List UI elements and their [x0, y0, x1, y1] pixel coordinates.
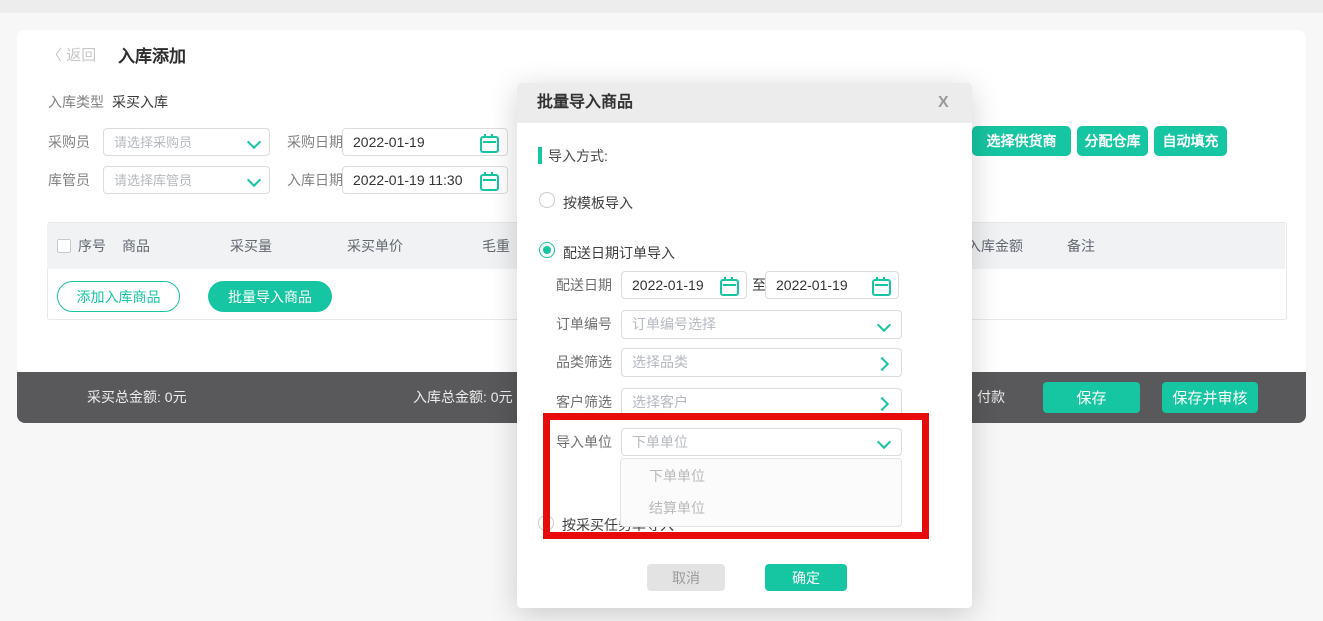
dropdown-option-order-unit[interactable]: 下单单位 [649, 459, 879, 493]
col-product: 商品 [122, 223, 150, 269]
select-all-checkbox[interactable] [57, 239, 71, 253]
delivery-date-to-input[interactable]: 2022-01-19 [765, 271, 899, 299]
delivery-date-from-value: 2022-01-19 [632, 277, 704, 293]
page-title: 入库添加 [118, 42, 186, 67]
chevron-down-icon [247, 173, 261, 187]
date-range-to-label: 至 [752, 271, 766, 299]
purchase-date-input[interactable]: 2022-01-19 [342, 128, 508, 156]
purchase-total: 采买总金额: 0元 [87, 372, 187, 423]
top-strip [0, 0, 1323, 13]
confirm-button[interactable]: 确定 [765, 564, 847, 591]
calendar-icon [480, 174, 499, 191]
inbound-date-input[interactable]: 2022-01-19 11:30 [342, 166, 508, 194]
radio-purchase-task-import[interactable] [538, 515, 554, 531]
purchaser-select[interactable]: 请选择采购员 [103, 128, 270, 156]
save-audit-button[interactable]: 保存并审核 [1162, 382, 1258, 413]
inbound-total-value: 0元 [491, 389, 513, 405]
keeper-label: 库管员 [48, 166, 90, 194]
purchase-date-label: 采购日期 [287, 128, 343, 156]
assign-warehouse-button[interactable]: 分配仓库 [1077, 126, 1148, 156]
inbound-total-label: 入库总金额: [413, 389, 487, 405]
purchaser-label: 采购员 [48, 128, 90, 156]
col-qty: 采买量 [230, 223, 272, 269]
chevron-down-icon [247, 135, 261, 149]
category-placeholder: 选择品类 [632, 354, 688, 370]
inbound-type-value: 采买入库 [112, 88, 168, 116]
screen: 〈 返回 入库添加 入库类型 采买入库 采购员 请选择采购员 采购日期 2022… [0, 0, 1323, 621]
save-button[interactable]: 保存 [1043, 382, 1140, 413]
col-gross: 毛重 [482, 223, 510, 269]
import-unit-label: 导入单位 [556, 428, 612, 456]
delivery-date-label: 配送日期 [556, 271, 612, 299]
order-no-label: 订单编号 [556, 310, 612, 338]
col-price: 采买单价 [347, 223, 403, 269]
customer-filter-label: 客户筛选 [556, 388, 612, 416]
delivery-date-to-value: 2022-01-19 [776, 277, 848, 293]
back-chevron-icon: 〈 [47, 47, 62, 64]
col-remark: 备注 [1067, 223, 1095, 269]
import-unit-select[interactable]: 下单单位 [621, 428, 902, 456]
chevron-right-icon [875, 357, 889, 371]
inbound-total: 入库总金额: 0元 [413, 372, 513, 423]
inbound-type-label: 入库类型 [48, 88, 104, 116]
keeper-select[interactable]: 请选择库管员 [103, 166, 270, 194]
delivery-date-from-input[interactable]: 2022-01-19 [621, 271, 747, 299]
chevron-down-icon [877, 435, 891, 449]
section-accent-bar [538, 147, 542, 164]
radio-delivery-order-import[interactable] [539, 242, 555, 258]
customer-filter-select[interactable]: 选择客户 [621, 388, 902, 417]
import-mode-label: 导入方式: [548, 146, 608, 166]
calendar-icon [872, 279, 891, 296]
back-label: 返回 [66, 47, 96, 64]
order-no-placeholder: 订单编号选择 [632, 316, 716, 332]
radio-delivery-order-import-label[interactable]: 配送日期订单导入 [563, 243, 675, 263]
calendar-icon [480, 136, 499, 153]
add-product-button[interactable]: 添加入库商品 [57, 281, 180, 312]
modal-title: 批量导入商品 [537, 83, 633, 123]
cancel-button[interactable]: 取消 [647, 564, 725, 591]
import-unit-dropdown: 下单单位 结算单位 [620, 458, 902, 527]
purchase-total-label: 采买总金额: [87, 389, 161, 405]
col-amount: 入库金额 [967, 223, 1023, 269]
category-filter-select[interactable]: 选择品类 [621, 348, 902, 377]
radio-template-import-label[interactable]: 按模板导入 [563, 193, 633, 213]
keeper-placeholder: 请选择库管员 [114, 173, 192, 188]
import-unit-value: 下单单位 [632, 434, 688, 450]
batch-import-modal: 批量导入商品 X 导入方式: 按模板导入 配送日期订单导入 配送日期 2022-… [517, 83, 972, 608]
dropdown-option-settle-unit[interactable]: 结算单位 [649, 491, 879, 525]
back-button[interactable]: 〈 返回 [47, 44, 96, 65]
col-index: 序号 [78, 223, 106, 269]
customer-placeholder: 选择客户 [632, 394, 688, 410]
category-filter-label: 品类筛选 [556, 348, 612, 376]
inbound-date-value: 2022-01-19 11:30 [353, 172, 463, 188]
select-supplier-button[interactable]: 选择供货商 [972, 126, 1071, 156]
close-icon[interactable]: X [938, 83, 949, 123]
order-no-select[interactable]: 订单编号选择 [621, 310, 902, 339]
purchaser-placeholder: 请选择采购员 [114, 135, 192, 150]
chevron-down-icon [877, 318, 891, 332]
batch-import-button[interactable]: 批量导入商品 [208, 281, 332, 312]
payment-partial-text: 付款 [977, 372, 1005, 423]
purchase-date-value: 2022-01-19 [353, 134, 425, 150]
inbound-date-label: 入库日期 [287, 166, 343, 194]
autofill-button[interactable]: 自动填充 [1154, 126, 1227, 156]
chevron-right-icon [875, 397, 889, 411]
purchase-total-value: 0元 [165, 389, 187, 405]
radio-template-import[interactable] [539, 192, 555, 208]
calendar-icon [720, 279, 739, 296]
